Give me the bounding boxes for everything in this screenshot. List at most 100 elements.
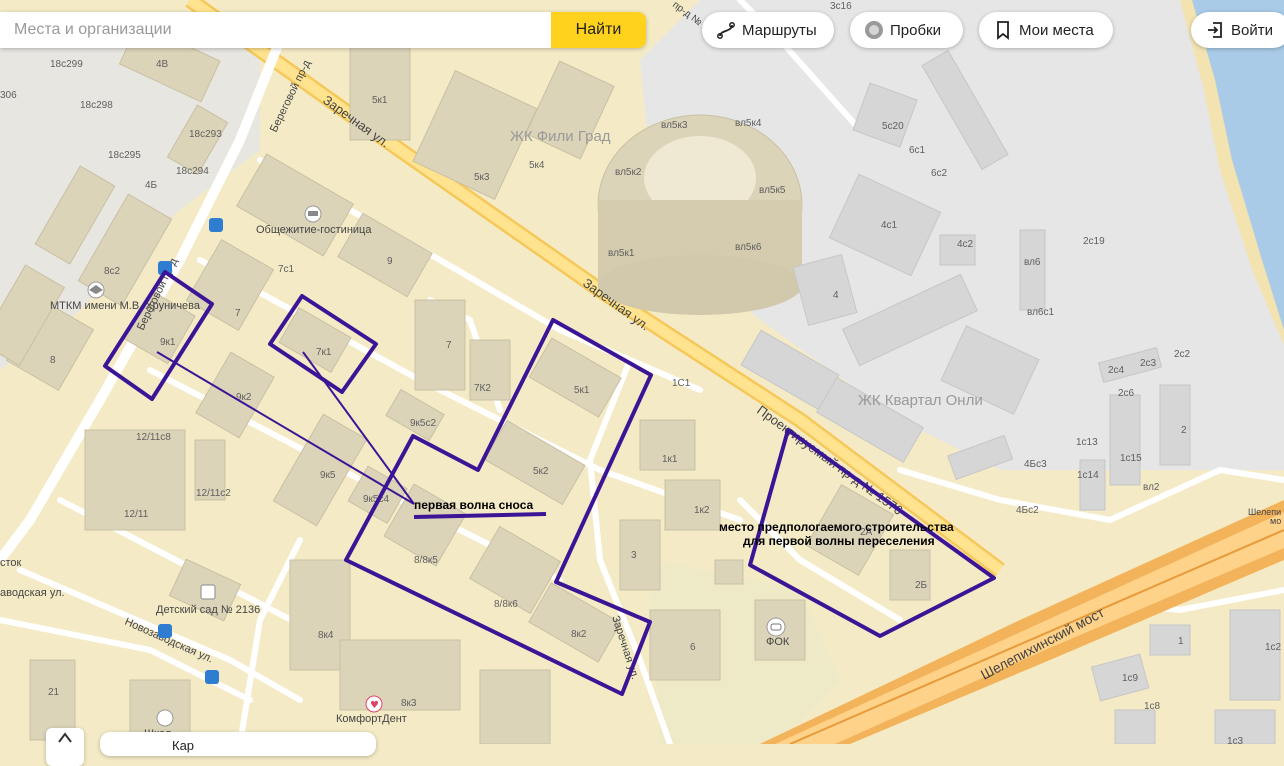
bus-stop-icon[interactable]: [209, 218, 223, 232]
building-label: 18с299: [50, 59, 83, 70]
building-label: 2с2: [1174, 349, 1191, 360]
building-label: 1с15: [1120, 453, 1142, 464]
search-button[interactable]: Найти: [551, 12, 646, 48]
building-label: 9к2: [236, 392, 252, 403]
building-label: 8к2: [571, 629, 587, 640]
route-icon: [717, 22, 735, 39]
login-button[interactable]: Войти: [1191, 12, 1284, 48]
building-label: 7К2: [474, 383, 491, 394]
search-input[interactable]: [0, 12, 551, 48]
building-label: вл5к4: [735, 118, 762, 129]
building-label: 4В: [156, 59, 169, 70]
building-label: 9: [387, 256, 393, 267]
dentist-icon[interactable]: ♥: [365, 695, 383, 713]
routes-button[interactable]: Маршруты: [702, 12, 834, 48]
building-label: 9к5: [320, 470, 336, 481]
building-label: 1с2: [1265, 642, 1282, 653]
building-label: 1с3: [1227, 736, 1244, 744]
building-label: 5к4: [529, 160, 545, 171]
poi-mtkm: МТКМ имени М.В. Хруничева: [50, 300, 201, 312]
bottom-panel-text: Кар: [172, 738, 195, 753]
traffic-label: Пробки: [890, 21, 941, 39]
building-label: 4Бс3: [1024, 459, 1047, 470]
building-label: вл5к1: [608, 248, 635, 259]
building-label: 4Бс2: [1016, 505, 1039, 516]
poi-fok: ФОК: [766, 636, 790, 648]
hotel-icon[interactable]: [304, 205, 322, 223]
building-label: 7: [235, 308, 241, 319]
building-label: 1к1: [662, 454, 678, 465]
building-label: 2с4: [1108, 365, 1125, 376]
education-icon[interactable]: [87, 281, 105, 299]
poi-hostel: Общежитие-гостиница: [256, 224, 372, 236]
building-label: 9к1: [160, 337, 176, 348]
map-canvas[interactable]: ЖК Фили Град ЖК Квартал Онли Заречная ул…: [0, 0, 1284, 744]
building-label: 7с1: [278, 264, 295, 275]
building-label: 2: [1181, 425, 1187, 436]
building-label: вл6: [1024, 257, 1041, 268]
building-label: 3с16: [830, 1, 852, 12]
poi-komfort: КомфортДент: [336, 713, 407, 725]
bottom-panel[interactable]: Кар: [100, 732, 376, 756]
building-label: 4с2: [957, 239, 974, 250]
geolocation-button[interactable]: [46, 728, 84, 766]
building-label: 7: [446, 340, 452, 351]
building-label: 3: [631, 550, 637, 561]
building-label: 18с298: [80, 100, 113, 111]
building-label: 12/11с8: [136, 432, 171, 443]
sport-icon[interactable]: [766, 617, 786, 637]
building-label: 306: [0, 90, 17, 101]
building-label: 5с20: [882, 121, 904, 132]
building-label: 1с14: [1077, 470, 1099, 481]
poi-kindergarten: Детский сад № 2136: [156, 604, 260, 616]
building-label: 8: [50, 355, 56, 366]
building-label: вл5к3: [661, 120, 688, 131]
building-label: вл5к2: [615, 167, 642, 178]
building-label: 6: [690, 642, 696, 653]
building-label: 4Б: [145, 180, 158, 191]
school-icon[interactable]: [156, 709, 174, 727]
building-label: 2с19: [1083, 236, 1105, 247]
building-label: вл5к5: [759, 185, 786, 196]
my-places-button[interactable]: Мои места: [979, 12, 1113, 48]
bus-stop-icon[interactable]: [205, 670, 219, 684]
building-label: 5к1: [372, 95, 388, 106]
annotation-first-wave: первая волна сноса: [414, 498, 534, 512]
building-label: 9к5с2: [410, 418, 436, 429]
building-label: 6с2: [931, 168, 948, 179]
building-label: 18с294: [176, 166, 209, 177]
building-label: 5к3: [474, 172, 490, 183]
building-label: 21: [48, 687, 60, 698]
building-label: 4с1: [881, 220, 898, 231]
building-label: 1: [1178, 636, 1184, 647]
street-shelepikha-edge: мо: [1270, 516, 1281, 526]
building-label: 1к2: [694, 505, 710, 516]
bus-stop-icon[interactable]: [158, 624, 172, 638]
fili-grad-ring: [597, 114, 803, 315]
bookmark-icon: [997, 21, 1009, 40]
building-label: 2Б: [915, 580, 928, 591]
label-fili-grad: ЖК Фили Град: [510, 128, 611, 145]
building-label: 5к1: [574, 385, 590, 396]
building-label: 18с293: [189, 129, 222, 140]
building-label: 8к3: [401, 698, 417, 709]
building-label: 5к2: [533, 466, 549, 477]
label-kvartal-only: ЖК Квартал Онли: [858, 392, 983, 409]
building-label: 2с6: [1118, 388, 1135, 399]
login-icon: [1208, 22, 1222, 38]
routes-label: Маршруты: [742, 21, 817, 39]
traffic-icon: [865, 21, 883, 39]
traffic-button[interactable]: Пробки: [850, 12, 963, 48]
building-label: 12/11с2: [196, 488, 231, 499]
poi-stok: сток: [0, 557, 22, 569]
building-label: 4: [833, 290, 839, 301]
login-label: Войти: [1231, 21, 1273, 39]
building-label: 1с13: [1076, 437, 1098, 448]
annotation-construction-line1: место предпологаемого строительства: [719, 520, 954, 534]
street-zavodskaya: аводская ул.: [0, 587, 65, 599]
annotation-construction-line2: для первой волны переселения: [743, 534, 935, 548]
building-label: 8/8к6: [494, 599, 518, 610]
kindergarten-icon[interactable]: [200, 584, 216, 600]
building-label: вл5к6: [735, 242, 762, 253]
building-label: 6с1: [909, 145, 926, 156]
